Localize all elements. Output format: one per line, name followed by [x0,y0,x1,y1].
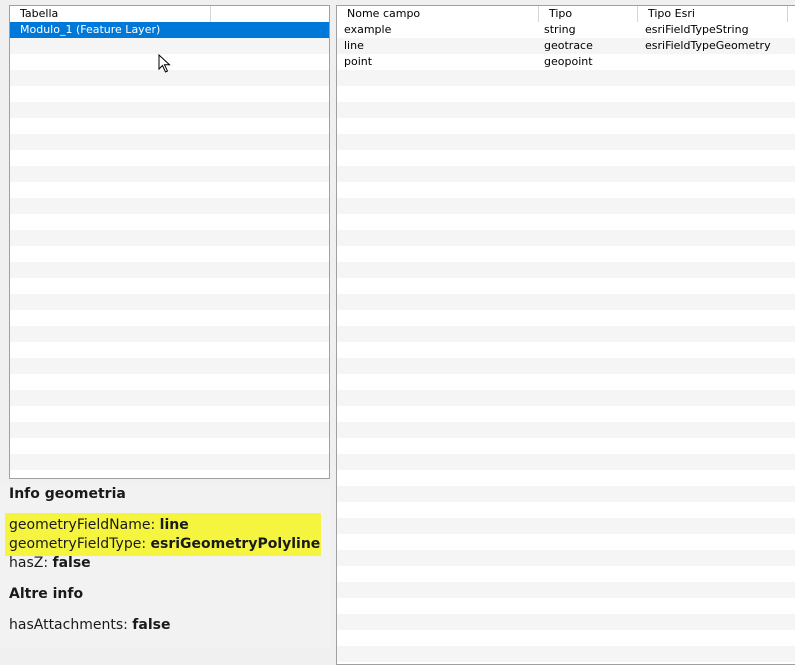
fields-table-body: example string esriFieldTypeString line … [337,22,795,664]
field-type-cell: geotrace [544,39,593,52]
fields-table[interactable]: Nome campo Tipo Tipo Esri example string… [336,5,795,665]
info-other-heading: Altre info [9,586,84,602]
table-row[interactable]: example string esriFieldTypeString [337,22,795,38]
geometry-field-name-value: line [159,517,189,533]
table-row-modulo-1[interactable]: Modulo_1 (Feature Layer) [10,22,329,38]
column-header-tipo-esri[interactable]: Tipo Esri [638,6,788,22]
fields-table-header: Nome campo Tipo Tipo Esri [337,6,795,23]
has-z-label: hasZ: [9,555,49,571]
column-header-label: Tipo Esri [648,7,695,20]
field-esri-type-cell: esriFieldTypeString [645,23,749,36]
column-header-label: Nome campo [347,7,421,20]
field-name-cell: example [344,23,392,36]
geometry-field-name-label: geometryFieldName: [9,517,156,533]
column-header-empty [211,6,329,22]
has-attachments-line: hasAttachments: false [9,616,170,635]
field-name-cell: line [344,39,364,52]
layers-table-header: Tabella [10,6,329,23]
mouse-pointer-icon [158,54,171,73]
column-header-nome-campo[interactable]: Nome campo [337,6,539,22]
layer-name-cell: Modulo_1 (Feature Layer) [20,23,161,36]
has-attachments-value: false [132,617,171,633]
column-header-tabella[interactable]: Tabella [10,6,211,22]
info-panel: Info geometria geometryFieldName: line g… [0,484,330,649]
field-type-cell: geopoint [544,55,593,68]
info-geometry-heading: Info geometria [9,486,126,502]
field-type-cell: string [544,23,576,36]
geometry-field-type-value: esriGeometryPolyline [150,536,321,552]
field-name-cell: point [344,55,373,68]
layers-table[interactable]: Tabella Modulo_1 (Feature Layer) [9,5,330,479]
layers-table-body: Modulo_1 (Feature Layer) [10,22,329,478]
geometry-field-name-line: geometryFieldName: line [9,516,189,535]
geometry-field-type-label: geometryFieldType: [9,536,147,552]
column-header-tipo[interactable]: Tipo [539,6,638,22]
table-row[interactable]: line geotrace esriFieldTypeGeometry [337,38,795,54]
column-header-label: Tipo [549,7,573,20]
field-esri-type-cell: esriFieldTypeGeometry [645,39,771,52]
has-z-line: hasZ: false [9,554,91,573]
table-row[interactable]: point geopoint [337,54,795,70]
has-attachments-label: hasAttachments: [9,617,128,633]
has-z-value: false [52,555,91,571]
geometry-field-type-line: geometryFieldType: esriGeometryPolyline [9,535,320,554]
column-header-label: Tabella [20,7,59,20]
